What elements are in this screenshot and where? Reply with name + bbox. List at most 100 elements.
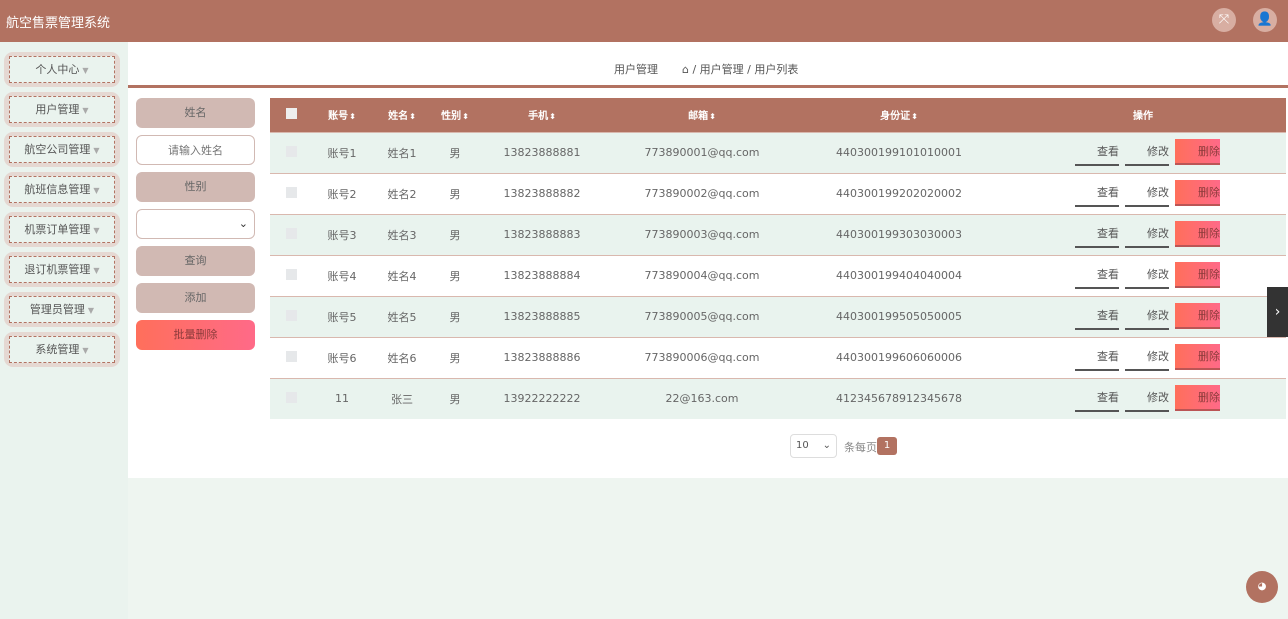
table-row: 账号1 姓名1 男 13823888881 773890001@qq.com 440300…	[270, 131, 1286, 173]
edit-button[interactable]: 修改	[1125, 222, 1169, 248]
row-checkbox[interactable]	[270, 131, 312, 173]
row-checkbox[interactable]	[270, 254, 312, 296]
column-header[interactable]: 邮箱⬍	[606, 98, 798, 132]
table-cell: 773890005@qq.com	[606, 295, 798, 337]
row-checkbox[interactable]	[270, 295, 312, 337]
table-row: 账号3 姓名3 男 13823888883 773890003@qq.com 440300…	[270, 213, 1286, 255]
caret-down-icon: ▼	[82, 66, 89, 75]
edit-button[interactable]: 修改	[1125, 263, 1169, 289]
table-cell: 22@163.com	[606, 377, 798, 419]
column-header[interactable]: 账号⬍	[312, 98, 372, 132]
edit-button[interactable]: 修改	[1125, 181, 1169, 207]
delete-button[interactable]: 删除	[1175, 344, 1220, 370]
table-cell: 13823888886	[478, 336, 606, 378]
gender-select[interactable]: ⌄	[136, 209, 255, 239]
floating-avatar-button[interactable]: ◕	[1246, 571, 1278, 603]
column-header[interactable]: 身份证⬍	[798, 98, 1000, 132]
row-checkbox[interactable]	[270, 213, 312, 255]
view-button[interactable]: 查看	[1075, 386, 1119, 413]
sidebar-item[interactable]: 航空公司管理 ▼	[4, 132, 120, 167]
delete-button[interactable]: 删除	[1175, 262, 1220, 288]
table-cell: 账号1	[312, 131, 372, 173]
row-checkbox[interactable]	[270, 377, 312, 419]
view-button[interactable]: 查看	[1075, 304, 1119, 330]
column-header[interactable]: 姓名⬍	[372, 98, 432, 132]
view-button[interactable]: 查看	[1075, 181, 1119, 207]
query-button[interactable]: 查询	[136, 246, 255, 276]
table-cell: 773890003@qq.com	[606, 213, 798, 255]
table-cell: 773890006@qq.com	[606, 336, 798, 378]
edit-button[interactable]: 修改	[1125, 140, 1169, 166]
row-checkbox[interactable]	[270, 172, 312, 214]
table-cell: 姓名5	[372, 295, 432, 337]
sidebar-item[interactable]: 航班信息管理 ▼	[4, 172, 120, 207]
table-row: 账号4 姓名4 男 13823888884 773890004@qq.com 440300…	[270, 254, 1286, 296]
table-cell: 412345678912345678	[798, 377, 1000, 419]
column-header[interactable]: 性别⬍	[432, 98, 478, 132]
sort-icon[interactable]: ⬍	[709, 112, 716, 121]
edit-button[interactable]: 修改	[1125, 304, 1169, 330]
table-cell: 账号4	[312, 254, 372, 296]
view-button[interactable]: 查看	[1075, 222, 1119, 248]
page-size-select[interactable]: 10 ⌄	[790, 434, 837, 458]
table-cell: 张三	[372, 377, 432, 419]
name-input[interactable]	[136, 135, 255, 165]
sidebar-item[interactable]: 机票订单管理 ▼	[4, 212, 120, 247]
caret-down-icon: ▼	[93, 226, 100, 235]
table-cell: 男	[432, 336, 478, 378]
table-cell: 账号2	[312, 172, 372, 214]
view-button[interactable]: 查看	[1075, 263, 1119, 289]
name-label: 姓名	[136, 98, 255, 128]
view-button[interactable]: 查看	[1075, 345, 1119, 371]
select-all-checkbox[interactable]	[270, 98, 312, 132]
row-checkbox[interactable]	[270, 336, 312, 378]
caret-down-icon: ▼	[82, 346, 89, 355]
table-cell: 773890002@qq.com	[606, 172, 798, 214]
app-title: 航空售票管理系统	[6, 16, 111, 31]
sidebar-item[interactable]: 管理员管理 ▼	[4, 292, 120, 327]
table-cell: 男	[432, 295, 478, 337]
table-row: 账号2 姓名2 男 13823888882 773890002@qq.com 440300…	[270, 172, 1286, 214]
delete-button[interactable]: 删除	[1175, 180, 1220, 206]
delete-button[interactable]: 删除	[1175, 221, 1220, 247]
delete-button[interactable]: 删除	[1175, 303, 1220, 329]
sidebar-item[interactable]: 系统管理 ▼	[4, 332, 120, 367]
sort-icon[interactable]: ⬍	[911, 112, 918, 121]
sort-icon[interactable]: ⬍	[462, 112, 469, 121]
sidebar-item[interactable]: 个人中心 ▼	[4, 52, 120, 87]
view-button[interactable]: 查看	[1075, 140, 1119, 166]
sidebar-item[interactable]: 用户管理 ▼	[4, 92, 120, 127]
edit-button[interactable]: 修改	[1125, 386, 1169, 413]
top-bar: 航空售票管理系统 ⤧ 👤	[0, 0, 1288, 42]
table-cell: 13823888882	[478, 172, 606, 214]
breadcrumb-path: / 用户管理 / 用户列表	[692, 63, 799, 76]
column-header[interactable]: 手机⬍	[478, 98, 606, 132]
batch-delete-button[interactable]: 批量删除	[136, 320, 255, 350]
add-button[interactable]: 添加	[136, 283, 255, 313]
sort-icon[interactable]: ⬍	[409, 112, 416, 121]
table-cell: 13823888881	[478, 131, 606, 173]
edit-button[interactable]: 修改	[1125, 345, 1169, 371]
user-avatar-icon[interactable]: 👤	[1253, 8, 1277, 32]
table-cell: 13823888884	[478, 254, 606, 296]
sort-icon[interactable]: ⬍	[349, 112, 356, 121]
table-cell: 13823888885	[478, 295, 606, 337]
table-cell: 773890004@qq.com	[606, 254, 798, 296]
page-1-button[interactable]: 1	[877, 437, 897, 455]
sidebar-item[interactable]: 退订机票管理 ▼	[4, 252, 120, 287]
home-icon[interactable]: ⌂	[682, 63, 689, 76]
table-cell: 男	[432, 213, 478, 255]
table-cell: 440300199606060006	[798, 336, 1000, 378]
delete-button[interactable]: 删除	[1175, 139, 1220, 165]
caret-down-icon: ▼	[93, 146, 100, 155]
fullscreen-icon[interactable]: ⤧	[1212, 8, 1236, 32]
sort-icon[interactable]: ⬍	[549, 112, 556, 121]
delete-button[interactable]: 删除	[1175, 385, 1220, 412]
chevron-right-icon[interactable]: ›	[1267, 287, 1288, 337]
table-cell: 11	[312, 377, 372, 419]
table-cell: 13922222222	[478, 377, 606, 419]
caret-down-icon: ▼	[87, 306, 95, 315]
caret-down-icon: ▼	[82, 106, 89, 115]
user-table: 账号⬍ 姓名⬍ 性别⬍ 手机⬍ 邮箱⬍ 身份证⬍ 操作 账号1 姓名1 男 13823888881…	[270, 98, 1286, 419]
chevron-down-icon: ⌄	[822, 440, 831, 451]
